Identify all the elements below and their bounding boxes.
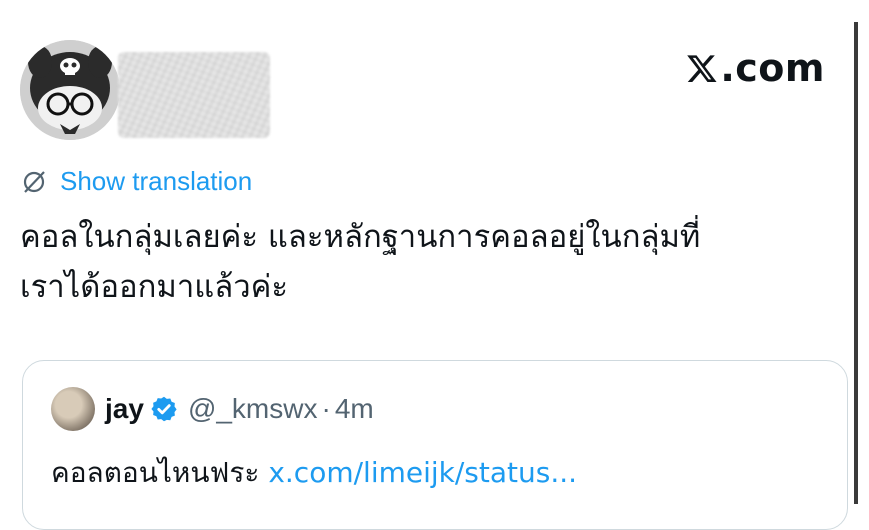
logo-text: .com bbox=[720, 46, 825, 90]
avatar-skull-plush-icon bbox=[20, 40, 120, 140]
scrollbar[interactable] bbox=[854, 22, 858, 504]
quoted-text-body: คอลตอนไหนฟระ bbox=[51, 456, 269, 489]
quoted-post-time[interactable]: 4m bbox=[335, 393, 374, 425]
translate-globe-slash-icon bbox=[23, 170, 45, 193]
quoted-post-header: jay @_kmswx · 4m bbox=[51, 387, 374, 431]
separator-dot: · bbox=[321, 393, 331, 424]
quoted-post-text: คอลตอนไหนฟระ x.com/limeijk/status... bbox=[51, 451, 577, 495]
quoted-author-handle[interactable]: @_kmswx bbox=[188, 393, 318, 425]
redacted-author-name bbox=[118, 52, 270, 138]
post-text: คอลในกลุ่มเลยค่ะ และหลักฐานการคอลอยู่ในก… bbox=[20, 212, 840, 312]
author-avatar[interactable] bbox=[20, 40, 120, 140]
quoted-author-name[interactable]: jay bbox=[105, 393, 144, 425]
post-text-line-1: คอลในกลุ่มเลยค่ะ และหลักฐานการคอลอยู่ในก… bbox=[20, 219, 701, 255]
show-translation-label: Show translation bbox=[60, 166, 253, 196]
quoted-post-link[interactable]: x.com/limeijk/status... bbox=[268, 456, 577, 489]
verified-badge-icon bbox=[151, 396, 177, 422]
quoted-author-avatar[interactable] bbox=[51, 387, 95, 431]
quoted-post-card[interactable]: jay @_kmswx · 4m คอลตอนไหนฟระ x.com/lime… bbox=[22, 360, 848, 530]
show-translation-button[interactable]: Show translation bbox=[20, 166, 252, 197]
x-com-logo: .com bbox=[686, 46, 825, 90]
post-text-line-2: เราได้ออกมาแล้วค่ะ bbox=[20, 269, 288, 305]
x-logo-icon bbox=[687, 55, 717, 82]
